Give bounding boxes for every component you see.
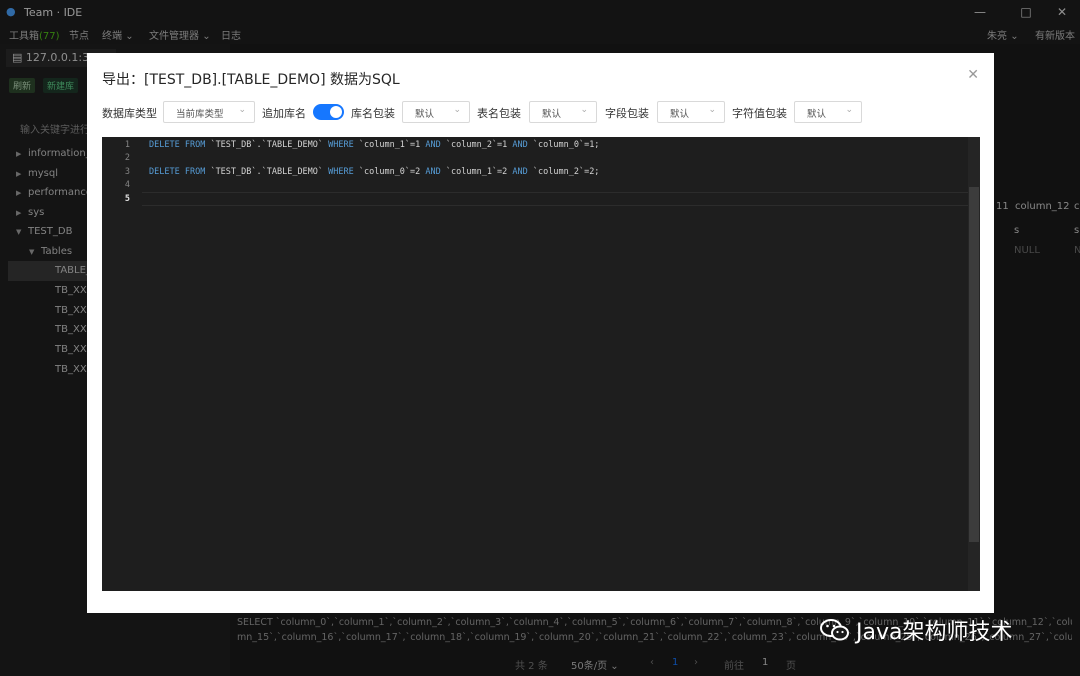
field-wrap-label: 字段包装	[605, 107, 649, 120]
chevron-down-icon: ⌄	[708, 105, 716, 115]
chevron-down-icon: ⌄	[453, 105, 461, 115]
current-line-highlight	[142, 192, 968, 206]
line-number: 4	[124, 180, 130, 190]
export-sql-dialog: 导出：[TEST_DB].[TABLE_DEMO] 数据为SQL ✕ 数据库类型…	[87, 53, 994, 613]
line-number: 5	[124, 194, 130, 204]
db-wrap-label: 库名包装	[351, 107, 395, 120]
code-line-1: DELETE FROM `TEST_DB`.`TABLE_DEMO` WHERE…	[149, 140, 600, 150]
line-number: 2	[124, 153, 130, 163]
dialog-title: 导出：[TEST_DB].[TABLE_DEMO] 数据为SQL	[102, 72, 400, 88]
watermark-text: Java架构师技术	[856, 620, 1013, 645]
line-number-gutter: 1 2 3 4 5	[102, 137, 142, 591]
watermark: Java架构师技术	[820, 614, 1012, 646]
close-icon[interactable]: ✕	[967, 67, 979, 83]
toggle-knob	[330, 106, 342, 118]
append-db-label: 追加库名	[262, 107, 306, 120]
sql-editor[interactable]: 1 2 3 4 5 DELETE FROM `TEST_DB`.`TABLE_D…	[102, 137, 980, 591]
line-number: 3	[124, 167, 130, 177]
chevron-down-icon: ⌄	[238, 105, 246, 115]
wechat-icon	[820, 618, 850, 642]
table-wrap-label: 表名包装	[477, 107, 521, 120]
field-wrap-select[interactable]: 默认 ⌄	[657, 101, 725, 123]
scrollbar-thumb[interactable]	[969, 187, 979, 542]
string-wrap-select[interactable]: 默认 ⌄	[794, 101, 862, 123]
append-db-toggle[interactable]	[313, 104, 344, 120]
chevron-down-icon: ⌄	[845, 105, 853, 115]
db-wrap-select[interactable]: 默认 ⌄	[402, 101, 470, 123]
code-line-3: DELETE FROM `TEST_DB`.`TABLE_DEMO` WHERE…	[149, 167, 600, 177]
line-number: 1	[124, 140, 130, 150]
string-wrap-label: 字符值包装	[732, 107, 787, 120]
chevron-down-icon: ⌄	[580, 105, 588, 115]
db-type-label: 数据库类型	[102, 107, 157, 120]
db-type-select[interactable]: 当前库类型 ⌄	[163, 101, 255, 123]
editor-scrollbar[interactable]	[968, 137, 980, 591]
table-wrap-select[interactable]: 默认 ⌄	[529, 101, 597, 123]
